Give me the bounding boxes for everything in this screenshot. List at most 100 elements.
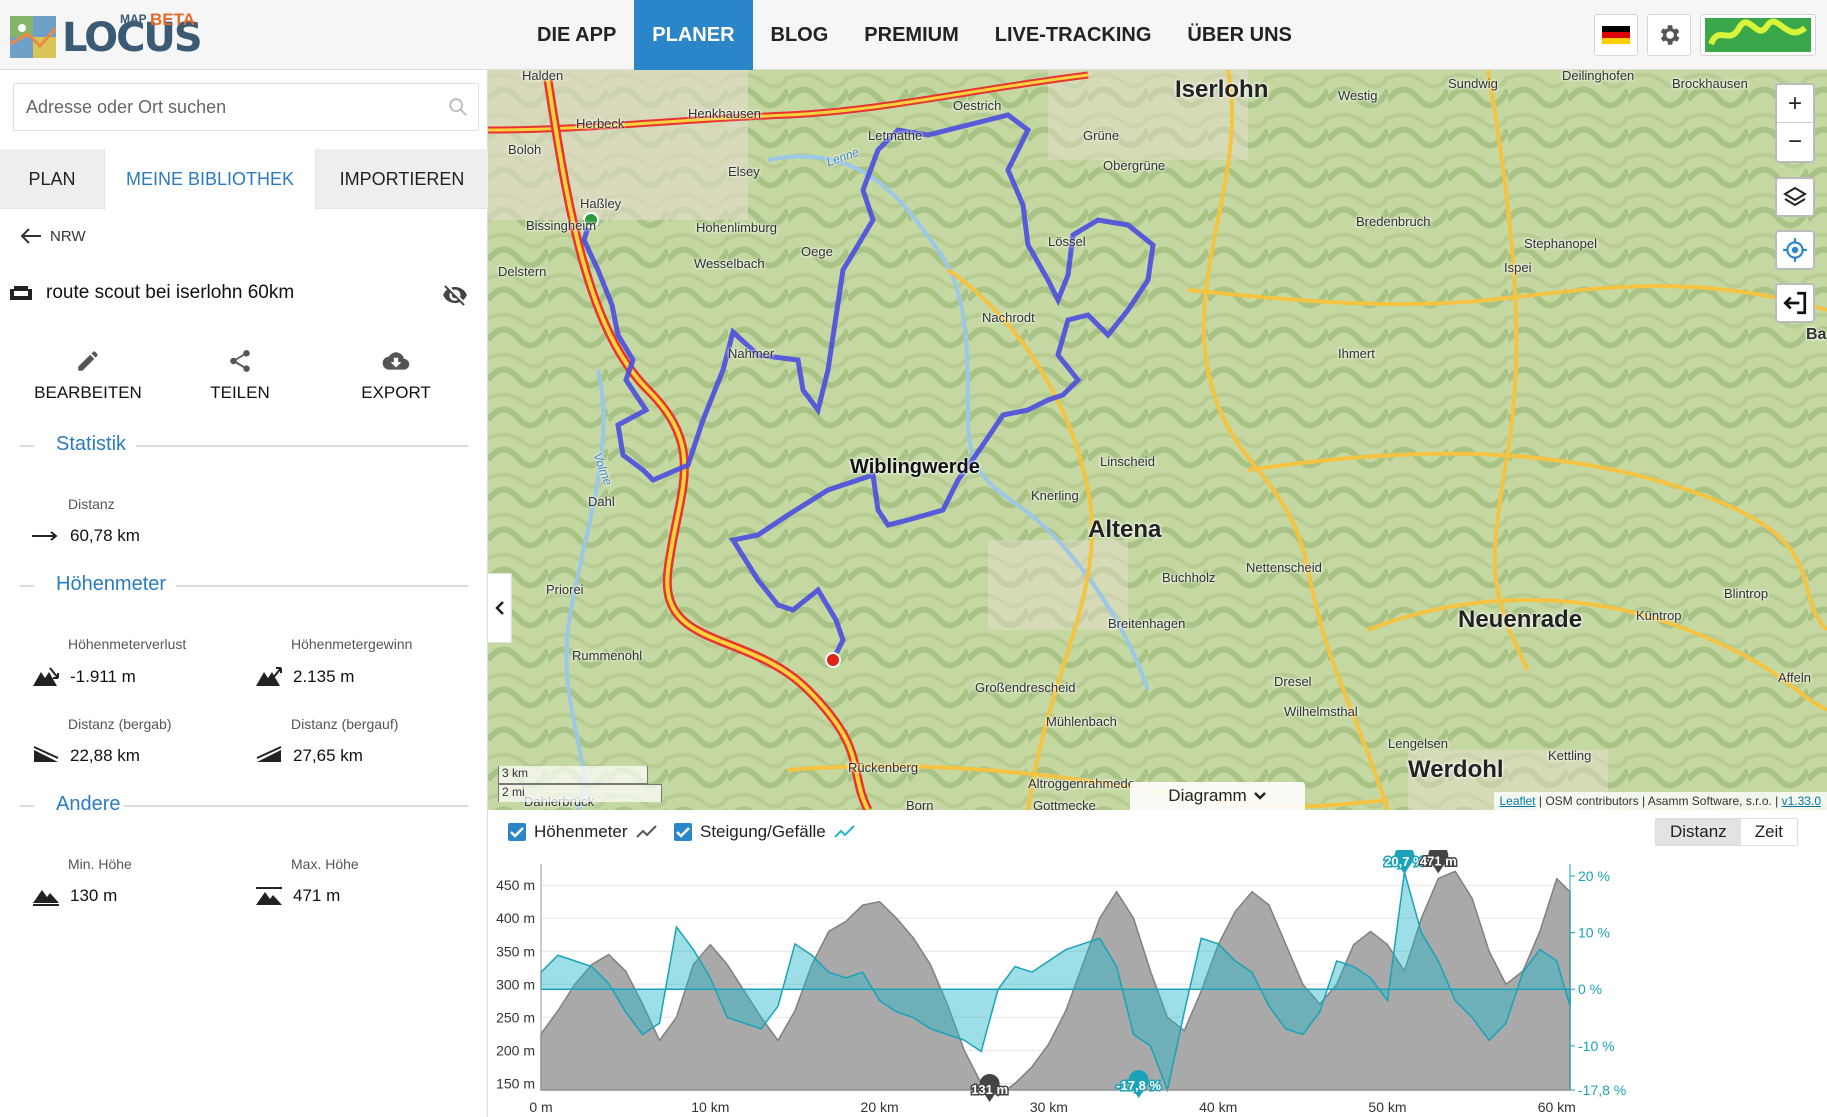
nav-blog[interactable]: BLOG	[753, 0, 847, 70]
place-label: Rückenberg	[848, 760, 919, 775]
version-link[interactable]: v1.33.0	[1782, 794, 1821, 808]
route-title: route scout bei iserlohn 60km	[8, 282, 294, 304]
nav-live-tracking[interactable]: LIVE-TRACKING	[977, 0, 1170, 70]
place-label: Deilinghofen	[1562, 70, 1635, 83]
nav-ueber-uns[interactable]: ÜBER UNS	[1169, 0, 1309, 70]
route-end-marker[interactable]	[825, 652, 841, 668]
place-label: Haßley	[580, 196, 622, 211]
place-label: Blintrop	[1724, 586, 1769, 601]
chevron-down-icon	[1253, 792, 1266, 800]
beta-badge: BETA	[150, 10, 196, 29]
visibility-off-icon[interactable]	[440, 282, 470, 308]
export-label: EXPORT	[361, 383, 431, 402]
verlust-value: -1.911 m	[70, 667, 136, 686]
tab-importieren[interactable]: IMPORTIEREN	[316, 149, 488, 209]
place-label: Brockhausen	[1672, 76, 1748, 91]
distance-mode-button[interactable]: Distanz	[1656, 819, 1741, 845]
user-account-button[interactable]	[1700, 14, 1816, 56]
pencil-icon	[78, 351, 98, 371]
x-axis-mode-toggle: Distanz Zeit	[1655, 818, 1799, 846]
route-name: route scout bei iserlohn 60km	[46, 282, 295, 303]
export-button[interactable]: EXPORT	[326, 345, 466, 403]
distanz-label: Distanz	[68, 496, 115, 512]
min-value: 130 m	[70, 886, 118, 905]
ascent-icon	[256, 667, 282, 686]
place-label: Neuenrade	[1458, 606, 1583, 633]
tab-meine-bibliothek[interactable]: MEINE BIBLIOTHEK	[104, 149, 316, 210]
elevation-line-icon	[635, 825, 657, 838]
nav-premium[interactable]: PREMIUM	[846, 0, 976, 70]
elevation-checkbox[interactable]: Höhenmeter	[508, 822, 658, 842]
y-right-tick-label: 20 %	[1578, 868, 1610, 884]
slope-checkbox[interactable]: Steigung/Gefälle	[674, 822, 856, 842]
locate-button[interactable]	[1775, 230, 1815, 270]
place-label: Wesselbach	[694, 256, 765, 271]
y-left-tick-label: 250 m	[496, 1009, 535, 1025]
map-view[interactable]: Halden Herbeck Henkhausen Boloh Oestrich…	[488, 70, 1827, 810]
settings-button[interactable]	[1647, 14, 1691, 56]
tab-plan[interactable]: PLAN	[0, 149, 104, 209]
elevation-chart[interactable]: 450 m 400 m 350 m 300 m 250 m 200 m 150 m 20 % 1…	[488, 850, 1827, 1117]
place-label: Stephanopel	[1524, 236, 1598, 251]
layers-button[interactable]	[1775, 177, 1815, 217]
descent-icon	[33, 667, 59, 686]
main-nav: DIE APP PLANER BLOG PREMIUM LIVE-TRACKIN…	[519, 0, 1310, 70]
zoom-in-button[interactable]: +	[1777, 85, 1813, 123]
search-icon[interactable]	[447, 96, 469, 118]
checkbox-checked-icon	[674, 823, 692, 841]
chart-extreme-marker[interactable]: 471 m	[1418, 850, 1458, 874]
section-title: Höhenmeter	[56, 573, 167, 595]
zoom-out-button[interactable]: −	[1777, 123, 1813, 161]
locus-map-logo[interactable]: LOCUS MAP BETA	[8, 10, 203, 62]
y-right-tick-label: -17,8 %	[1578, 1082, 1626, 1098]
cloud-download-icon	[382, 352, 410, 370]
verlust-label: Höhenmeterverlust	[68, 636, 187, 652]
collapse-panel-button[interactable]	[488, 573, 512, 643]
leaflet-link[interactable]: Leaflet	[1500, 794, 1536, 808]
gewinn-label: Höhenmetergewinn	[291, 636, 413, 652]
mountain-max-icon	[256, 887, 282, 905]
y-right-tick-label: 0 %	[1578, 981, 1602, 997]
place-label: Altena	[1088, 516, 1162, 543]
place-label: Nahmer	[728, 346, 775, 361]
place-label: Oestrich	[953, 98, 1002, 113]
exit-button[interactable]	[1775, 283, 1815, 323]
x-tick-label: 20 km	[861, 1099, 899, 1115]
search-input[interactable]	[13, 83, 479, 131]
section-title: Statistik	[56, 433, 127, 455]
place-label: Bissingheim	[526, 218, 597, 233]
place-label: Letmathe	[868, 128, 923, 143]
language-button[interactable]	[1594, 14, 1638, 56]
map-tiles	[488, 70, 1827, 810]
gewinn-row: 2.135 m	[255, 666, 354, 688]
place-label: Elsey	[728, 164, 760, 179]
place-label: Oege	[801, 244, 833, 259]
time-mode-button[interactable]: Zeit	[1741, 819, 1797, 845]
share-button[interactable]: TEILEN	[170, 345, 310, 403]
zoom-control: + −	[1775, 83, 1815, 163]
place-label: Halden	[522, 70, 564, 83]
place-label: Kettling	[1548, 748, 1592, 763]
back-link[interactable]: NRW	[20, 227, 86, 245]
marker-label: 131 m	[971, 1082, 1008, 1097]
y-left-tick-label: 450 m	[496, 877, 535, 893]
place-label: Affeln	[1778, 670, 1812, 685]
arrow-right-icon	[32, 531, 58, 541]
x-tick-label: 40 km	[1199, 1099, 1237, 1115]
diagram-toggle[interactable]: Diagramm	[1130, 782, 1305, 810]
y-left-tick-label: 300 m	[496, 976, 535, 992]
place-label: Herbeck	[576, 116, 625, 131]
edit-button[interactable]: BEARBEITEN	[18, 345, 158, 403]
place-label: Buchholz	[1162, 570, 1216, 585]
nav-planer[interactable]: PLANER	[634, 0, 753, 70]
nav-die-app[interactable]: DIE APP	[519, 0, 634, 70]
max-label: Max. Höhe	[291, 856, 359, 872]
slope-line-icon	[833, 825, 855, 838]
german-flag-icon	[1602, 26, 1630, 44]
section-hoehenmeter: Höhenmeter	[20, 573, 468, 597]
mountain-min-icon	[33, 890, 59, 906]
panel-tabs: PLAN MEINE BIBLIOTHEK IMPORTIEREN	[0, 149, 488, 210]
marker-label: -17,8 %	[1116, 1078, 1161, 1093]
y-left-tick-label: 400 m	[496, 910, 535, 926]
place-label: Henkhausen	[688, 106, 761, 121]
